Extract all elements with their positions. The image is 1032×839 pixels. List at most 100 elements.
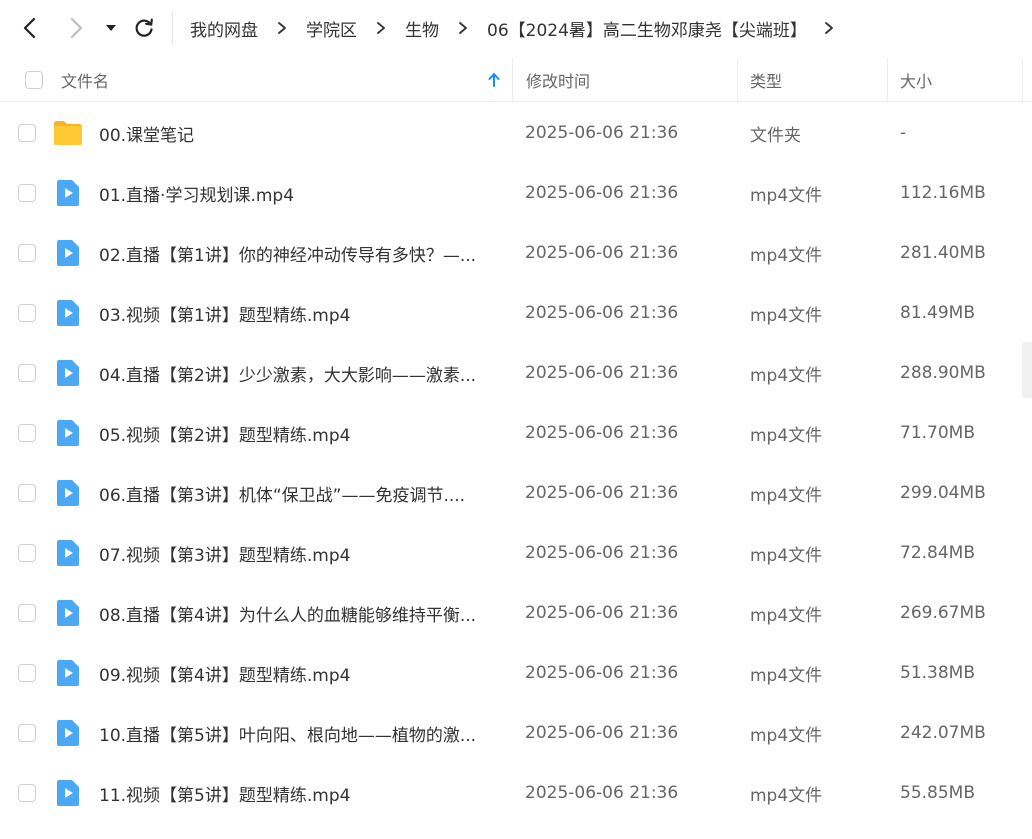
refresh-button[interactable] [126, 10, 162, 46]
file-size: 299.04MB [900, 483, 986, 503]
file-name[interactable]: 09.视频【第4讲】题型精练.mp4 [99, 643, 499, 703]
breadcrumb-item-biology[interactable]: 生物 [405, 16, 439, 41]
folder-icon [53, 103, 83, 163]
chevron-right-icon[interactable] [823, 21, 835, 35]
column-divider[interactable] [737, 58, 738, 102]
sort-ascending-button[interactable] [488, 58, 500, 102]
column-header-type[interactable]: 类型 [750, 58, 782, 102]
file-name[interactable]: 08.直播【第4讲】为什么人的血糖能够维持平衡... [99, 583, 499, 643]
file-type: mp4文件 [750, 305, 823, 326]
file-modified-time: 2025-06-06 21:36 [525, 363, 679, 383]
file-modified-time: 2025-06-06 21:36 [525, 483, 679, 503]
file-size: 112.16MB [900, 183, 986, 203]
checkbox[interactable] [18, 304, 36, 322]
row-checkbox[interactable] [18, 343, 36, 403]
video-file-icon [53, 763, 83, 823]
column-header-modified-time[interactable]: 修改时间 [526, 58, 590, 102]
file-name[interactable]: 03.视频【第1讲】题型精练.mp4 [99, 283, 499, 343]
file-size: 281.40MB [900, 243, 986, 263]
file-row[interactable]: 11.视频【第5讲】题型精练.mp4 2025-06-06 21:36 mp4文… [0, 763, 1032, 823]
file-size: - [900, 123, 907, 143]
checkbox[interactable] [18, 784, 36, 802]
video-file-icon [53, 643, 83, 703]
file-row[interactable]: 08.直播【第4讲】为什么人的血糖能够维持平衡... 2025-06-06 21… [0, 583, 1032, 643]
file-modified-time: 2025-06-06 21:36 [525, 783, 679, 803]
row-checkbox[interactable] [18, 463, 36, 523]
column-header-name[interactable]: 文件名 [61, 58, 109, 102]
file-modified-time: 2025-06-06 21:36 [525, 183, 679, 203]
file-type: mp4文件 [750, 785, 823, 806]
checkbox[interactable] [18, 664, 36, 682]
checkbox[interactable] [18, 724, 36, 742]
checkbox[interactable] [18, 184, 36, 202]
checkbox[interactable] [18, 364, 36, 382]
breadcrumb-item-my-drive[interactable]: 我的网盘 [190, 16, 258, 41]
history-dropdown-button[interactable] [96, 10, 126, 46]
file-row[interactable]: 06.直播【第3讲】机体“保卫战”——免疫调节.... 2025-06-06 2… [0, 463, 1032, 523]
row-checkbox[interactable] [18, 103, 36, 163]
row-checkbox[interactable] [18, 283, 36, 343]
file-name[interactable]: 05.视频【第2讲】题型精练.mp4 [99, 403, 499, 463]
breadcrumb-item-current-folder[interactable]: 06【2024暑】高二生物邓康尧【尖端班】 [487, 16, 807, 41]
video-file-icon [53, 163, 83, 223]
file-type: mp4文件 [750, 665, 823, 686]
file-row[interactable]: 05.视频【第2讲】题型精练.mp4 2025-06-06 21:36 mp4文… [0, 403, 1032, 463]
file-type: mp4文件 [750, 425, 823, 446]
file-row[interactable]: 02.直播【第1讲】你的神经冲动传导有多快？—... 2025-06-06 21… [0, 223, 1032, 283]
row-checkbox[interactable] [18, 583, 36, 643]
file-modified-time: 2025-06-06 21:36 [525, 123, 679, 143]
video-file-icon [53, 523, 83, 583]
row-checkbox[interactable] [18, 523, 36, 583]
scrollbar-thumb[interactable] [1022, 342, 1032, 398]
row-checkbox[interactable] [18, 643, 36, 703]
file-modified-time: 2025-06-06 21:36 [525, 663, 679, 683]
file-row[interactable]: 09.视频【第4讲】题型精练.mp4 2025-06-06 21:36 mp4文… [0, 643, 1032, 703]
checkbox[interactable] [18, 604, 36, 622]
column-header-size[interactable]: 大小 [900, 58, 932, 102]
file-modified-time: 2025-06-06 21:36 [525, 423, 679, 443]
row-checkbox[interactable] [18, 403, 36, 463]
breadcrumb: 我的网盘 学院区 生物 06【2024暑】高二生物邓康尧【尖端班】 [190, 0, 835, 56]
forward-button[interactable] [58, 10, 94, 46]
checkbox[interactable] [18, 544, 36, 562]
row-checkbox[interactable] [18, 163, 36, 223]
file-name[interactable]: 04.直播【第2讲】少少激素，大大影响——激素... [99, 343, 499, 403]
file-name[interactable]: 06.直播【第3讲】机体“保卫战”——免疫调节.... [99, 463, 499, 523]
checkbox[interactable] [18, 124, 36, 142]
row-checkbox[interactable] [18, 223, 36, 283]
column-divider[interactable] [512, 58, 513, 102]
file-row[interactable]: 00.课堂笔记 2025-06-06 21:36 文件夹 - [0, 103, 1032, 163]
file-name[interactable]: 10.直播【第5讲】叶向阳、根向地——植物的激... [99, 703, 499, 763]
checkbox[interactable] [18, 424, 36, 442]
checkbox[interactable] [25, 71, 43, 89]
file-modified-time: 2025-06-06 21:36 [525, 603, 679, 623]
checkbox[interactable] [18, 244, 36, 262]
column-divider[interactable] [887, 58, 888, 102]
file-size: 51.38MB [900, 663, 975, 683]
select-all-checkbox[interactable] [25, 58, 43, 102]
back-button[interactable] [12, 10, 48, 46]
file-name[interactable]: 07.视频【第3讲】题型精练.mp4 [99, 523, 499, 583]
file-row[interactable]: 10.直播【第5讲】叶向阳、根向地——植物的激... 2025-06-06 21… [0, 703, 1032, 763]
video-file-icon [53, 703, 83, 763]
checkbox[interactable] [18, 484, 36, 502]
video-file-icon [53, 583, 83, 643]
file-row[interactable]: 04.直播【第2讲】少少激素，大大影响——激素... 2025-06-06 21… [0, 343, 1032, 403]
file-row[interactable]: 03.视频【第1讲】题型精练.mp4 2025-06-06 21:36 mp4文… [0, 283, 1032, 343]
chevron-left-icon [23, 17, 36, 39]
file-name[interactable]: 00.课堂笔记 [99, 103, 499, 163]
column-divider[interactable] [1022, 58, 1023, 102]
video-file-icon [53, 343, 83, 403]
refresh-icon [135, 18, 153, 37]
file-name[interactable]: 02.直播【第1讲】你的神经冲动传导有多快？—... [99, 223, 499, 283]
caret-down-icon [106, 25, 116, 31]
file-type: 文件夹 [750, 125, 801, 146]
breadcrumb-item-academy[interactable]: 学院区 [306, 16, 357, 41]
file-name[interactable]: 11.视频【第5讲】题型精练.mp4 [99, 763, 499, 823]
row-checkbox[interactable] [18, 763, 36, 823]
file-size: 269.67MB [900, 603, 986, 623]
file-row[interactable]: 01.直播·学习规划课.mp4 2025-06-06 21:36 mp4文件 1… [0, 163, 1032, 223]
file-name[interactable]: 01.直播·学习规划课.mp4 [99, 163, 499, 223]
file-row[interactable]: 07.视频【第3讲】题型精练.mp4 2025-06-06 21:36 mp4文… [0, 523, 1032, 583]
row-checkbox[interactable] [18, 703, 36, 763]
